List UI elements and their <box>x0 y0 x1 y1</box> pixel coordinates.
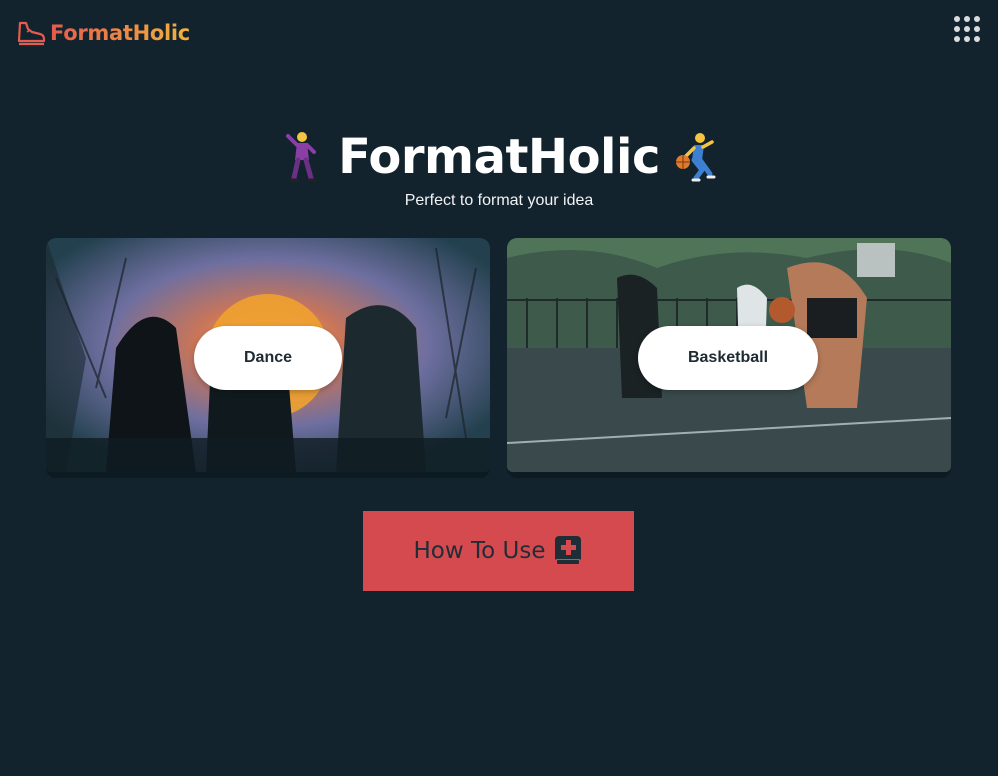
page: FormatHolic FormatHolic Perfect to forma… <box>0 0 998 776</box>
page-title: FormatHolic <box>338 129 660 185</box>
basketball-button[interactable]: Basketball <box>638 326 818 390</box>
grid-menu-dot <box>964 16 970 22</box>
hero-section: FormatHolic Perfect to format your idea <box>0 126 998 210</box>
brand-name: FormatHolic <box>50 21 190 45</box>
grid-menu-dot <box>974 26 980 32</box>
grid-menu-dot <box>954 26 960 32</box>
grid-menu-button[interactable] <box>954 16 980 42</box>
dance-card[interactable]: Dance <box>46 238 490 478</box>
grid-menu-dot <box>974 16 980 22</box>
dancing-person-icon <box>286 132 317 182</box>
sneaker-icon <box>17 21 46 46</box>
medical-book-icon <box>555 536 582 566</box>
grid-menu-dot <box>974 36 980 42</box>
grid-menu-dot <box>964 36 970 42</box>
how-to-use-button[interactable]: How To Use <box>363 511 634 591</box>
dance-button[interactable]: Dance <box>194 326 342 390</box>
brand-logo[interactable]: FormatHolic <box>16 16 190 50</box>
hero-title-row: FormatHolic <box>0 126 998 188</box>
basketball-card[interactable]: Basketball <box>507 238 951 478</box>
basketball-player-icon <box>675 133 716 182</box>
grid-menu-dot <box>964 26 970 32</box>
grid-menu-dot <box>954 36 960 42</box>
grid-menu-icon <box>954 16 960 22</box>
page-subtitle: Perfect to format your idea <box>404 192 594 209</box>
how-to-use-label: How To Use <box>413 538 546 564</box>
